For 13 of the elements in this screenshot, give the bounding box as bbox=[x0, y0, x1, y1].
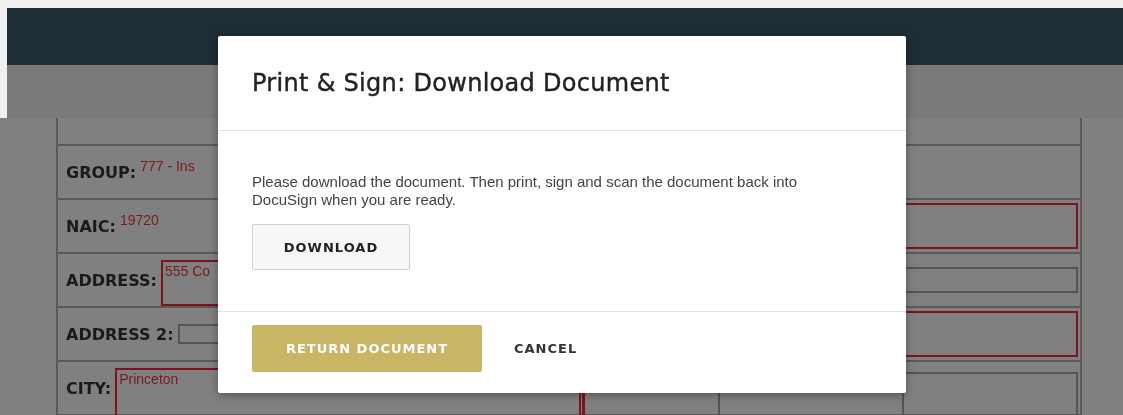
dialog-title: Print & Sign: Download Document bbox=[252, 69, 670, 97]
cancel-button[interactable]: CANCEL bbox=[500, 333, 592, 364]
field-label: ADDRESS 2: bbox=[66, 324, 174, 344]
dialog-message: Please download the document. Then print, sign and scan the document back into DocuSign when you are ready. bbox=[252, 173, 799, 209]
field-value: 19720 bbox=[119, 212, 159, 228]
field-label: ADDRESS: bbox=[66, 270, 157, 290]
field-value: Princeton bbox=[119, 371, 179, 387]
download-button[interactable]: DOWNLOAD bbox=[252, 224, 410, 270]
field-label: CITY: bbox=[66, 378, 112, 398]
field-label: GROUP: bbox=[66, 162, 137, 182]
field-label: NAIC: bbox=[66, 216, 116, 236]
field-value: 777 - Ins bbox=[140, 158, 195, 174]
field-value: 555 Co bbox=[164, 263, 211, 279]
